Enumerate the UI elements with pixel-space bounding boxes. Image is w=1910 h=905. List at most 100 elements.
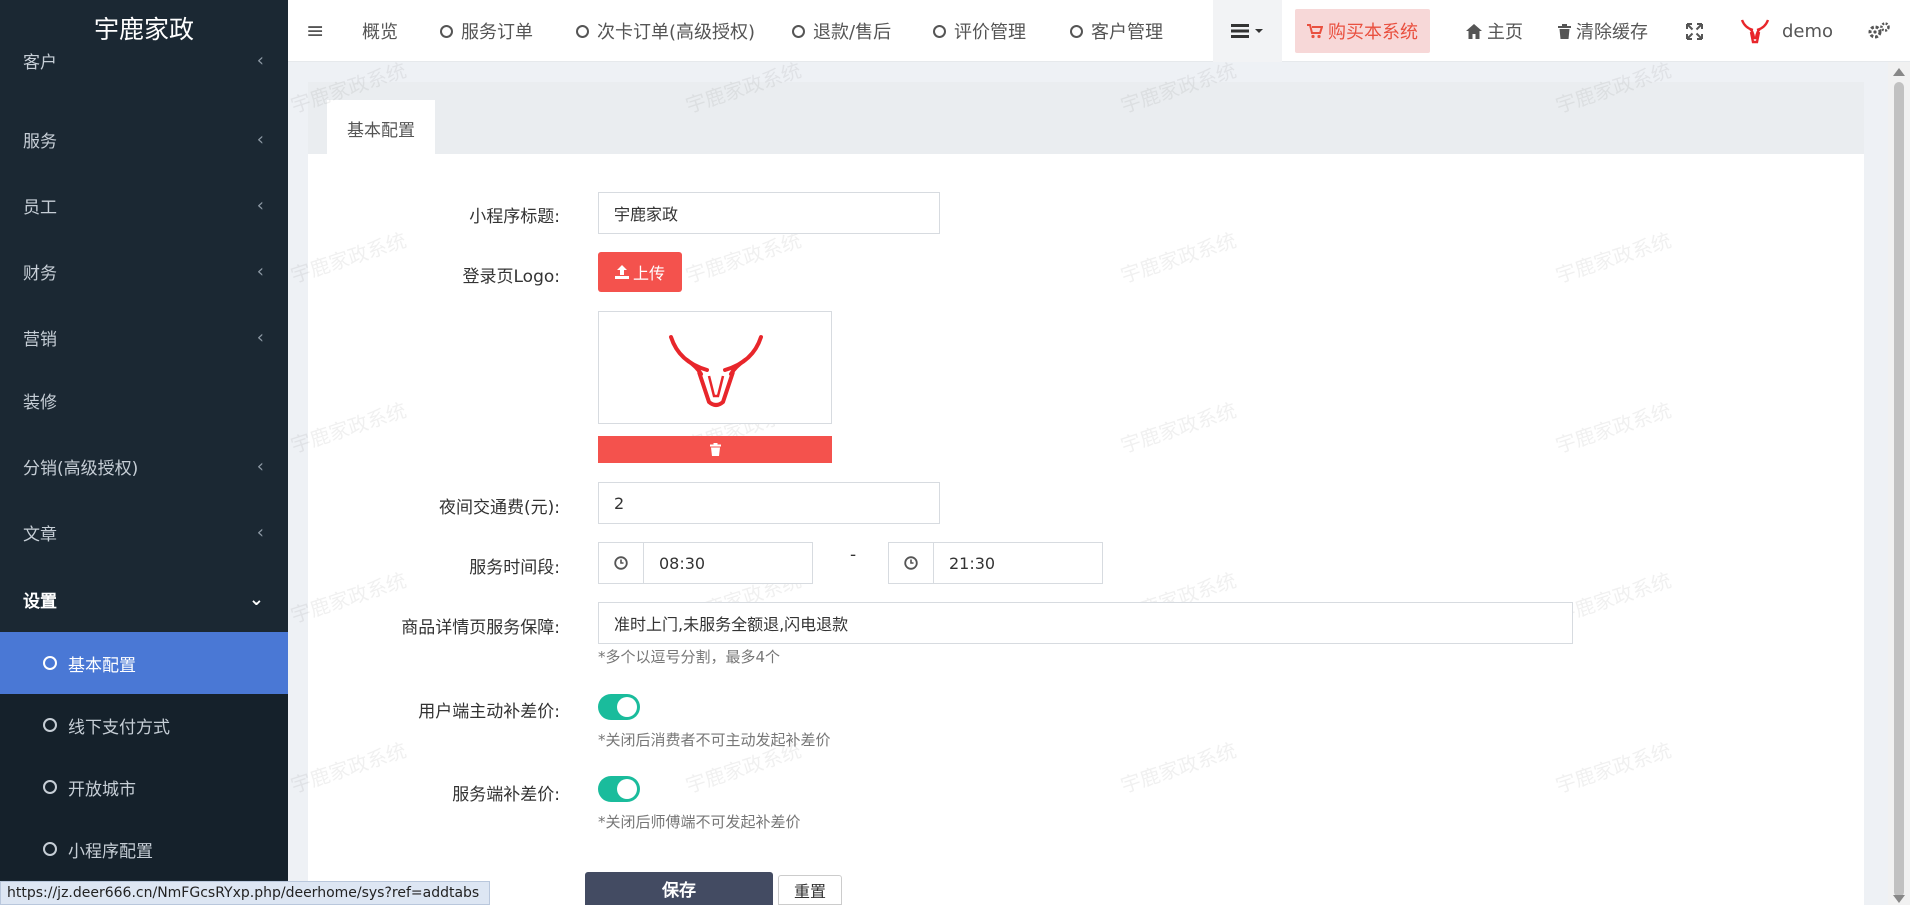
sidebar-item-label: 文章 (23, 524, 57, 545)
user-menu[interactable]: demo (1740, 0, 1833, 62)
tab-bar: 基本配置 (308, 82, 1864, 154)
watermark-text: 宇鹿家政系统 (1552, 397, 1675, 458)
chevron-left-icon: ‹ (256, 521, 264, 543)
nav-card-orders[interactable]: 次卡订单(高级授权) (576, 0, 755, 62)
save-button[interactable]: 保存 (585, 872, 773, 905)
service-time-label: 服务时间段: (469, 558, 560, 578)
staff-diff-label: 服务端补差价: (452, 785, 560, 805)
more-dropdown-button[interactable] (1213, 0, 1282, 62)
buy-system-button[interactable]: 购买本系统 (1295, 9, 1430, 53)
delete-logo-button[interactable] (598, 436, 832, 463)
clock-icon (598, 542, 644, 584)
nav-label: 清除缓存 (1576, 22, 1648, 43)
scroll-down-arrow-icon[interactable] (1893, 895, 1905, 903)
sidebar-subitem-miniprogram-config[interactable]: 小程序配置 (0, 818, 288, 880)
watermark-text: 宇鹿家政系统 (1117, 227, 1240, 288)
sidebar-item-label: 客户 (23, 52, 57, 73)
nav-reviews[interactable]: 评价管理 (933, 0, 1026, 62)
time-start-input[interactable]: 08:30 (643, 542, 813, 584)
chevron-left-icon: ‹ (256, 128, 264, 150)
title-input[interactable]: 宇鹿家政 (598, 192, 940, 234)
sidebar: 宇鹿家政 客户 ‹ 服务 ‹ 员工 ‹ 财务 ‹ 营销 ‹ 装修 分销(高级授权… (0, 0, 288, 905)
guarantee-input[interactable]: 准时上门,未服务全额退,闪电退款 (598, 602, 1573, 644)
nav-refunds[interactable]: 退款/售后 (792, 0, 891, 62)
circle-icon (576, 24, 589, 38)
sidebar-subitem-basic-config[interactable]: 基本配置 (0, 632, 288, 694)
sidebar-item-services[interactable]: 服务 ‹ (0, 106, 288, 172)
night-fee-input[interactable]: 2 (598, 482, 940, 524)
nav-label: 主页 (1487, 22, 1523, 43)
sidebar-item-label: 设置 (23, 591, 57, 612)
nav-customers[interactable]: 客户管理 (1070, 0, 1163, 62)
nav-label: 客户管理 (1091, 22, 1163, 43)
staff-diff-toggle[interactable] (598, 776, 640, 802)
sidebar-item-label: 营销 (23, 329, 57, 350)
sidebar-item-decoration[interactable]: 装修 (0, 367, 288, 433)
sidebar-subitem-offline-payment[interactable]: 线下支付方式 (0, 694, 288, 756)
circle-icon (43, 718, 57, 732)
chevron-left-icon: ‹ (256, 260, 264, 282)
circle-icon (1070, 24, 1083, 38)
user-diff-hint: *关闭后消费者不可主动发起补差价 (598, 731, 831, 749)
watermark-text: 宇鹿家政系统 (1117, 737, 1240, 798)
vertical-scrollbar[interactable] (1888, 62, 1910, 905)
sidebar-subitem-label: 开放城市 (68, 779, 136, 800)
circle-icon (43, 842, 57, 856)
logo-label: 登录页Logo: (462, 267, 561, 287)
guarantee-hint: *多个以逗号分割，最多4个 (598, 648, 781, 666)
logo-preview (598, 311, 832, 424)
guarantee-label: 商品详情页服务保障: (401, 618, 560, 638)
nav-home[interactable]: 主页 (1466, 0, 1523, 62)
chevron-down-icon: ⌄ (248, 588, 264, 610)
watermark-text: 宇鹿家政系统 (287, 397, 410, 458)
upload-button[interactable]: 上传 (598, 252, 682, 292)
tab-basic-config[interactable]: 基本配置 (327, 100, 435, 154)
list-icon (1231, 24, 1249, 38)
sidebar-item-label: 分销(高级授权) (23, 458, 139, 479)
avatar (1740, 19, 1770, 44)
menu-toggle-icon[interactable]: ≡ (306, 0, 324, 62)
sidebar-item-customers[interactable]: 客户 ‹ (0, 38, 288, 82)
clock-icon (888, 542, 934, 584)
chevron-left-icon: ‹ (256, 326, 264, 348)
sidebar-item-label: 装修 (23, 392, 57, 413)
sidebar-item-distribution[interactable]: 分销(高级授权) ‹ (0, 433, 288, 499)
sidebar-item-finance[interactable]: 财务 ‹ (0, 238, 288, 304)
sidebar-subitem-label: 线下支付方式 (68, 717, 170, 738)
trash-icon (709, 443, 721, 456)
watermark-text: 宇鹿家政系统 (1552, 737, 1675, 798)
main-panel: 基本配置 宇鹿家政系统 宇鹿家政系统 宇鹿家政系统 宇鹿家政系统 宇鹿家政系统 … (288, 58, 1864, 905)
settings-gears-icon[interactable] (1868, 0, 1890, 62)
nav-label: 服务订单 (461, 22, 533, 43)
circle-icon (440, 24, 453, 38)
sidebar-subitem-open-cities[interactable]: 开放城市 (0, 756, 288, 818)
scroll-up-arrow-icon[interactable] (1893, 68, 1905, 76)
watermark-text: 宇鹿家政系统 (1552, 227, 1675, 288)
reset-button[interactable]: 重置 (778, 875, 842, 905)
caret-down-icon (1255, 29, 1263, 33)
buy-label: 购买本系统 (1328, 22, 1418, 43)
chevron-left-icon: ‹ (256, 455, 264, 477)
user-diff-toggle[interactable] (598, 694, 640, 720)
sidebar-item-label: 员工 (23, 197, 57, 218)
fullscreen-icon[interactable] (1686, 0, 1703, 62)
time-end-input[interactable]: 21:30 (933, 542, 1103, 584)
top-navbar: ≡ 概览 服务订单 次卡订单(高级授权) 退款/售后 评价管理 客户管理 购买本… (288, 0, 1910, 62)
nav-label: 退款/售后 (813, 22, 892, 43)
circle-icon (933, 24, 946, 38)
night-fee-label: 夜间交通费(元): (439, 498, 560, 518)
scroll-thumb[interactable] (1894, 82, 1904, 897)
nav-label: 次卡订单(高级授权) (597, 22, 756, 43)
nav-overview[interactable]: 概览 (362, 0, 398, 62)
user-name: demo (1782, 20, 1834, 42)
home-icon (1466, 23, 1482, 39)
deer-logo-icon (669, 335, 763, 407)
sidebar-item-articles[interactable]: 文章 ‹ (0, 499, 288, 565)
nav-service-orders[interactable]: 服务订单 (440, 0, 533, 62)
upload-label: 上传 (632, 264, 665, 283)
clear-cache-button[interactable]: 清除缓存 (1558, 0, 1648, 62)
sidebar-subitem-label: 小程序配置 (68, 841, 153, 862)
sidebar-item-settings[interactable]: 设置 ⌄ (0, 566, 288, 632)
sidebar-item-marketing[interactable]: 营销 ‹ (0, 304, 288, 370)
sidebar-item-staff[interactable]: 员工 ‹ (0, 172, 288, 238)
